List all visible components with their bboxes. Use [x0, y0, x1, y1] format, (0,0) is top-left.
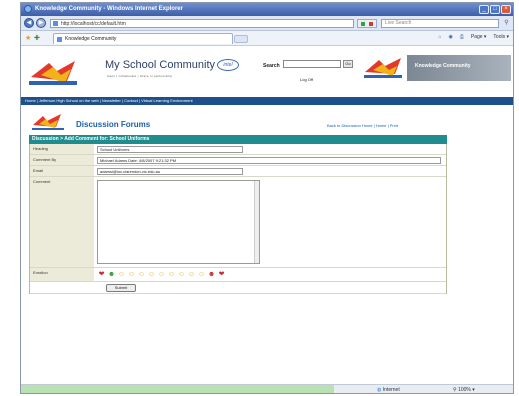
intel-logo: intel	[217, 59, 239, 71]
command-bar: ⌂ ◉ ⎙ Page ▾ Tools ▾	[438, 34, 509, 40]
textarea-scrollbar[interactable]	[254, 181, 259, 263]
emotion-angry-face-icon[interactable]: ☻	[207, 271, 216, 279]
tools-menu[interactable]: Tools ▾	[493, 34, 509, 40]
email-input[interactable]: adamsi@loc.clarendon.vic.edu.au	[97, 168, 243, 175]
search-icon[interactable]: ⚲	[502, 19, 511, 28]
tab-page-icon	[57, 37, 62, 42]
emotion-smile-icon[interactable]: ☺	[147, 271, 156, 279]
school-logo-icon	[29, 61, 77, 85]
window-title: Knowledge Community - Windows Internet E…	[35, 6, 183, 12]
submit-button[interactable]: Submit	[106, 284, 136, 292]
print-icon[interactable]: ⎙	[460, 34, 464, 40]
close-button[interactable]: ×	[501, 5, 511, 14]
status-progress-area	[21, 385, 334, 393]
emotion-heart-icon[interactable]: ❤	[97, 271, 106, 279]
emotion-green-face-icon[interactable]: ☻	[107, 271, 116, 279]
stop-icon[interactable]	[369, 22, 373, 26]
security-zone: ◍ Internet	[377, 387, 400, 393]
zone-label: Internet	[382, 387, 400, 393]
emotion-smile-icon[interactable]: ☺	[197, 271, 206, 279]
page-menu[interactable]: Page ▾	[471, 34, 487, 40]
page-icon	[53, 21, 58, 26]
forum-title: Discussion Forums	[76, 120, 151, 129]
url-field[interactable]: http://localhost/cc/default.htm	[50, 19, 354, 28]
emotion-row: Emotion ❤ ☻ ☺ ☺ ☺ ☺ ☺ ☺ ☺ ☺ ☺ ☻ ❤	[30, 268, 446, 282]
ie-icon	[24, 5, 32, 13]
site-search-input[interactable]	[283, 60, 341, 68]
tab-label: Knowledge Community	[65, 36, 117, 42]
url-text: http://localhost/cc/default.htm	[61, 21, 126, 27]
minimize-button[interactable]: _	[479, 5, 489, 14]
forum-logo-icon	[32, 114, 64, 130]
emotion-smile-icon[interactable]: ☺	[157, 271, 166, 279]
live-search-input[interactable]: Live Search	[381, 19, 499, 28]
emotion-smile-icon[interactable]: ☺	[137, 271, 146, 279]
partner-logo-icon	[364, 58, 402, 78]
zoom-value: 100%	[458, 387, 471, 393]
site-header: My School Community learn | collaborate …	[21, 47, 513, 93]
comment-by-label: Comment By	[30, 155, 94, 165]
email-row: Email adamsi@loc.clarendon.vic.edu.au	[30, 166, 446, 177]
tab-toolbar: ★ ✚ Knowledge Community ⌂ ◉ ⎙ Page ▾ Too…	[21, 31, 513, 46]
page-content: My School Community learn | collaborate …	[21, 47, 513, 384]
heading-input[interactable]: School Uniforms	[97, 146, 243, 153]
comment-textarea[interactable]	[97, 180, 260, 264]
submit-row: Submit	[30, 282, 446, 294]
emotion-picker: ❤ ☻ ☺ ☺ ☺ ☺ ☺ ☺ ☺ ☺ ☺ ☻ ❤	[97, 271, 226, 279]
feeds-icon[interactable]: ◉	[448, 34, 452, 40]
heading-row: Heading School Uniforms	[30, 144, 446, 155]
refresh-stop-buttons[interactable]	[357, 19, 377, 28]
new-tab-button[interactable]	[234, 35, 248, 43]
back-button[interactable]: ◀	[24, 18, 34, 28]
emotion-label: Emotion	[30, 268, 94, 281]
comment-by-row: Comment By Michael Adams Date: 4/8/2007 …	[30, 155, 446, 166]
forward-button[interactable]: ▶	[36, 18, 46, 28]
knowledge-community-banner: Knowledge Community	[407, 55, 511, 81]
log-off-link[interactable]: Log Off	[300, 77, 313, 82]
emotion-smile-icon[interactable]: ☺	[117, 271, 126, 279]
form-header: Discussion > Add Comment for: School Uni…	[29, 135, 447, 144]
comment-label: Comment	[30, 177, 94, 267]
heading-label: Heading	[30, 144, 94, 154]
tab-knowledge-community[interactable]: Knowledge Community	[53, 33, 233, 44]
window-controls: _ □ ×	[479, 5, 511, 14]
title-bar: Knowledge Community - Windows Internet E…	[21, 3, 513, 16]
refresh-icon[interactable]	[361, 22, 365, 26]
browser-window: Knowledge Community - Windows Internet E…	[20, 2, 514, 394]
add-favorite-icon[interactable]: ✚	[34, 34, 40, 42]
site-search-go-button[interactable]: Go	[343, 60, 353, 68]
forum-links[interactable]: Back to Discussion Home | Home | Print	[327, 123, 398, 128]
status-bar: ◍ Internet ⚲ 100% ▾	[21, 384, 513, 393]
emotion-smile-icon[interactable]: ☺	[127, 271, 136, 279]
zoom-level[interactable]: ⚲ 100% ▾	[453, 387, 475, 393]
maximize-button[interactable]: □	[490, 5, 500, 14]
add-comment-form: Discussion > Add Comment for: School Uni…	[29, 135, 447, 294]
magnifier-icon: ⚲	[453, 387, 457, 393]
email-label: Email	[30, 166, 94, 176]
favorites-star-icon[interactable]: ★	[25, 34, 31, 42]
site-nav-bar[interactable]: Home | Jefferson High School on the web …	[21, 97, 513, 105]
form-table: Heading School Uniforms Comment By Micha…	[29, 144, 447, 294]
emotion-smile-icon[interactable]: ☺	[177, 271, 186, 279]
emotion-heart-icon[interactable]: ❤	[217, 271, 226, 279]
globe-icon: ◍	[377, 387, 382, 393]
home-icon[interactable]: ⌂	[438, 34, 441, 40]
emotion-smile-icon[interactable]: ☺	[187, 271, 196, 279]
address-bar: ◀ ▶ http://localhost/cc/default.htm Live…	[21, 16, 513, 31]
site-title: My School Community	[105, 59, 216, 71]
comment-row: Comment	[30, 177, 446, 268]
site-subtitle: learn | collaborate | share in partnersh…	[107, 74, 173, 78]
emotion-smile-icon[interactable]: ☺	[167, 271, 176, 279]
site-search-label: Search	[263, 63, 280, 69]
comment-by-field: Michael Adams Date: 4/8/2007 9:21:32 PM	[97, 157, 441, 164]
